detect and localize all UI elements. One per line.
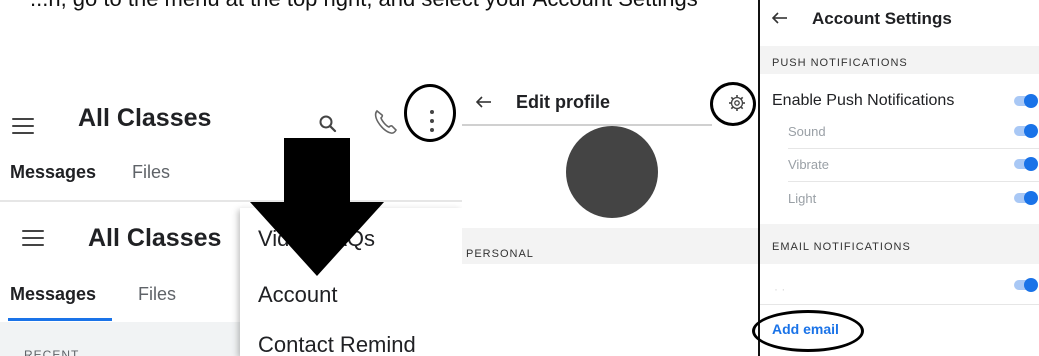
page-title: All Classes xyxy=(88,224,222,252)
email-row-placeholder: · · xyxy=(774,282,786,296)
enable-push-label: Enable Push Notifications xyxy=(772,92,955,109)
page-title: All Classes xyxy=(78,104,212,132)
account-settings-title: Account Settings xyxy=(812,9,952,28)
down-arrow-annotation xyxy=(250,138,384,276)
row-divider xyxy=(760,304,1039,305)
row-divider xyxy=(788,181,1039,182)
search-icon[interactable] xyxy=(318,114,338,134)
email-notifications-label: EMAIL NOTIFICATIONS xyxy=(772,241,911,253)
hamburger-menu-icon[interactable] xyxy=(12,118,34,134)
edit-profile-title: Edit profile xyxy=(516,92,610,112)
light-toggle[interactable] xyxy=(1014,191,1038,205)
phone-icon[interactable] xyxy=(372,108,398,136)
enable-push-toggle[interactable] xyxy=(1014,94,1038,108)
light-label: Light xyxy=(788,191,817,206)
instruction-caption: ...n, go to the menu at the top right, a… xyxy=(30,0,698,12)
avatar[interactable] xyxy=(566,126,658,218)
edit-profile-screen: Edit profile PERSONAL xyxy=(462,80,758,356)
recent-label: RECENT xyxy=(24,348,80,356)
tab-files[interactable]: Files xyxy=(132,162,170,183)
back-arrow-icon[interactable] xyxy=(476,96,492,108)
vibrate-toggle[interactable] xyxy=(1014,157,1038,171)
vibrate-label: Vibrate xyxy=(788,157,829,172)
personal-section-header: PERSONAL xyxy=(462,228,758,264)
hamburger-menu-icon[interactable] xyxy=(22,230,44,246)
recent-section-header: RECENT xyxy=(0,322,240,356)
push-notifications-label: PUSH NOTIFICATIONS xyxy=(772,57,908,69)
personal-label: PERSONAL xyxy=(466,248,534,260)
menu-item-contact-remind[interactable]: Contact Remind xyxy=(258,332,416,356)
tab-messages[interactable]: Messages xyxy=(10,284,96,305)
menu-item-account[interactable]: Account xyxy=(258,282,338,308)
back-arrow-icon[interactable] xyxy=(772,12,788,24)
tab-messages[interactable]: Messages xyxy=(10,162,96,183)
account-settings-screen: Account Settings PUSH NOTIFICATIONS Enab… xyxy=(752,0,1039,356)
tab-files[interactable]: Files xyxy=(138,284,176,305)
email-toggle[interactable] xyxy=(1014,278,1038,292)
sound-label: Sound xyxy=(788,124,826,139)
email-notifications-header: EMAIL NOTIFICATIONS xyxy=(760,224,1039,264)
push-notifications-header: PUSH NOTIFICATIONS xyxy=(760,46,1039,74)
active-tab-indicator xyxy=(8,318,112,321)
header-underline xyxy=(462,124,712,126)
all-classes-screen-top: All Classes Messages Files xyxy=(0,80,462,198)
highlight-circle-add-email xyxy=(752,310,864,352)
row-divider xyxy=(788,148,1039,149)
highlight-circle-gear xyxy=(710,82,756,126)
highlight-circle-more-options xyxy=(404,84,456,142)
sound-toggle[interactable] xyxy=(1014,124,1038,138)
